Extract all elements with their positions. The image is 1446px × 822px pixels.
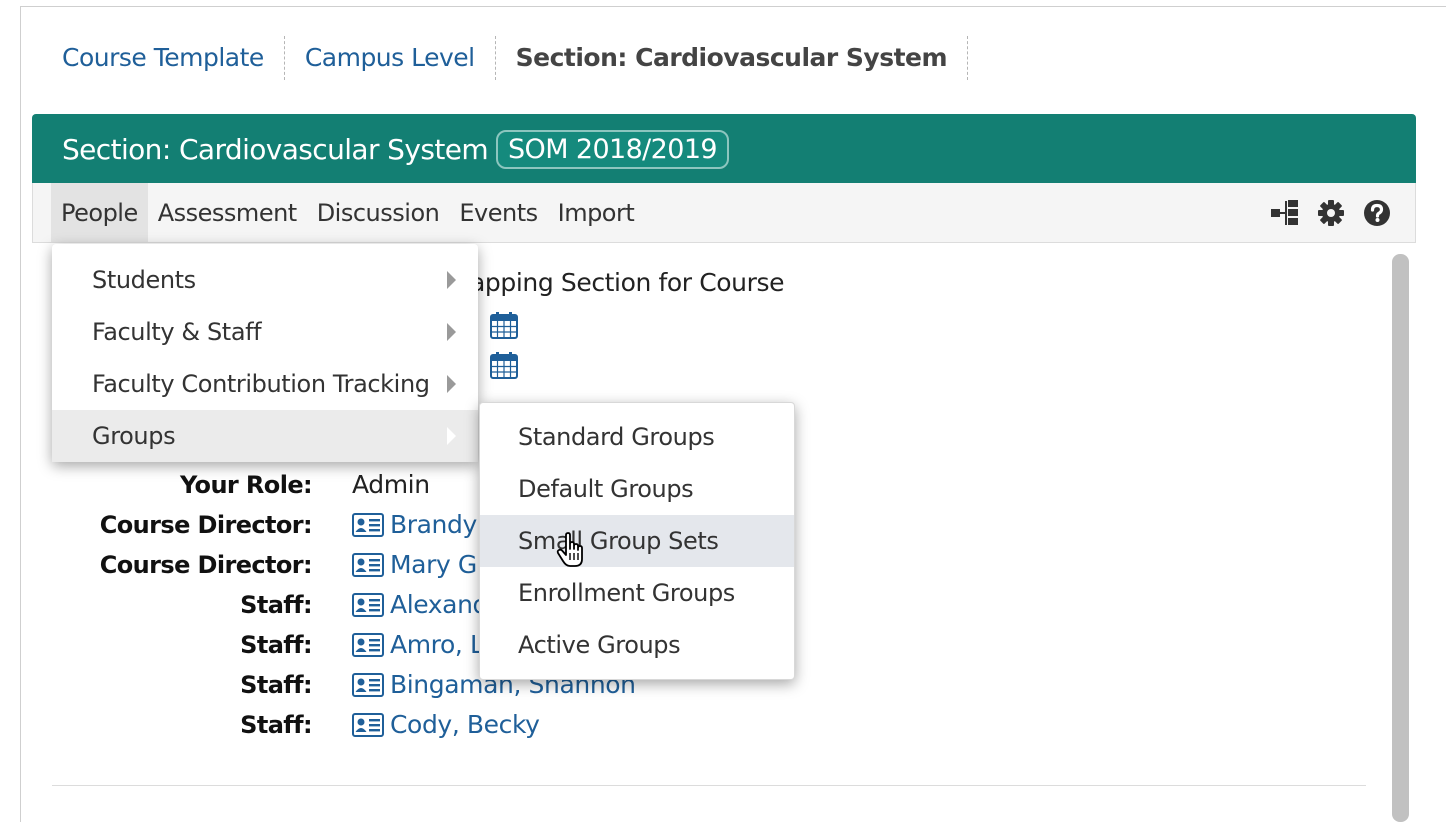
menu-item-enrollment-groups[interactable]: Enrollment Groups: [480, 567, 794, 619]
breadcrumb-course-template[interactable]: Course Template: [42, 36, 285, 80]
menu-events[interactable]: Events: [449, 183, 547, 242]
menu-discussion[interactable]: Discussion: [307, 183, 450, 242]
detail-label: Staff:: [240, 631, 312, 659]
person-link[interactable]: Cody, Becky: [390, 705, 540, 745]
detail-value: Cody, Becky: [352, 705, 540, 745]
submenu-arrow-icon: [447, 375, 456, 393]
contact-card-icon[interactable]: [352, 633, 384, 657]
breadcrumb-campus-level[interactable]: Campus Level: [285, 36, 496, 80]
menu-item-label: Groups: [92, 422, 176, 450]
gear-icon[interactable]: [1315, 197, 1347, 229]
breadcrumb-current-section: Section: Cardiovascular System: [496, 36, 969, 80]
submenu-arrow-icon: [447, 427, 456, 445]
menu-assessment[interactable]: Assessment: [148, 183, 307, 242]
detail-label: Your Role:: [179, 471, 313, 499]
detail-value: Mary Gr: [352, 545, 487, 585]
submenu-arrow-icon: [447, 323, 456, 341]
submenu-arrow-icon: [447, 271, 456, 289]
breadcrumb: Course Template Campus Level Section: Ca…: [42, 36, 969, 80]
contact-card-icon[interactable]: [352, 673, 384, 697]
person-link[interactable]: Alexand: [390, 585, 488, 625]
calendar-icon[interactable]: [490, 351, 518, 379]
section-divider: [52, 785, 1366, 786]
mapping-section-text: apping Section for Course: [470, 268, 785, 297]
content-scrollbar-thumb[interactable]: [1392, 254, 1409, 822]
detail-value: Amro, L: [352, 625, 484, 665]
menu-item-default-groups[interactable]: Default Groups: [480, 463, 794, 515]
groups-submenu: Standard Groups Default Groups Small Gro…: [479, 402, 795, 680]
menu-import[interactable]: Import: [548, 183, 645, 242]
detail-label: Staff:: [240, 591, 312, 619]
menu-item-students[interactable]: Students: [52, 254, 478, 306]
panel-header: Section: Cardiovascular System SOM 2018/…: [32, 114, 1416, 184]
detail-value: Admin: [352, 465, 430, 505]
person-link[interactable]: Brandy: [390, 505, 477, 545]
menu-item-label: Faculty & Staff: [92, 318, 262, 346]
menu-item-label: Faculty Contribution Tracking: [92, 370, 430, 398]
year-badge: SOM 2018/2019: [496, 129, 729, 169]
menu-item-groups[interactable]: Groups: [52, 410, 478, 462]
calendar-icon[interactable]: [490, 311, 518, 339]
menu-item-small-group-sets[interactable]: Small Group Sets: [480, 515, 794, 567]
role-value: Admin: [352, 470, 430, 499]
contact-card-icon[interactable]: [352, 513, 384, 537]
hierarchy-icon[interactable]: [1269, 197, 1301, 229]
person-link[interactable]: Mary Gr: [390, 545, 487, 585]
menu-item-standard-groups[interactable]: Standard Groups: [480, 411, 794, 463]
menu-people[interactable]: People: [51, 183, 148, 242]
detail-value: Alexand: [352, 585, 488, 625]
detail-label: Staff:: [240, 711, 312, 739]
menu-item-faculty-staff[interactable]: Faculty & Staff: [52, 306, 478, 358]
detail-label: Course Director:: [99, 551, 313, 579]
person-link[interactable]: Amro, L: [390, 625, 484, 665]
contact-card-icon[interactable]: [352, 593, 384, 617]
detail-row-staff: Staff: Cody, Becky: [52, 705, 952, 745]
contact-card-icon[interactable]: [352, 713, 384, 737]
detail-label: Staff:: [240, 671, 312, 699]
panel-title: Section: Cardiovascular System: [62, 132, 489, 166]
menu-item-faculty-contribution-tracking[interactable]: Faculty Contribution Tracking: [52, 358, 478, 410]
help-icon[interactable]: [1361, 197, 1393, 229]
menu-item-label: Students: [92, 266, 196, 294]
hand-pointer-cursor-icon: [556, 532, 588, 572]
people-dropdown-menu: Students Faculty & Staff Faculty Contrib…: [52, 244, 478, 462]
detail-value: Brandy: [352, 505, 477, 545]
section-menubar: People Assessment Discussion Events Impo…: [32, 183, 1416, 243]
menu-item-active-groups[interactable]: Active Groups: [480, 619, 794, 671]
detail-label: Course Director:: [99, 511, 313, 539]
contact-card-icon[interactable]: [352, 553, 384, 577]
